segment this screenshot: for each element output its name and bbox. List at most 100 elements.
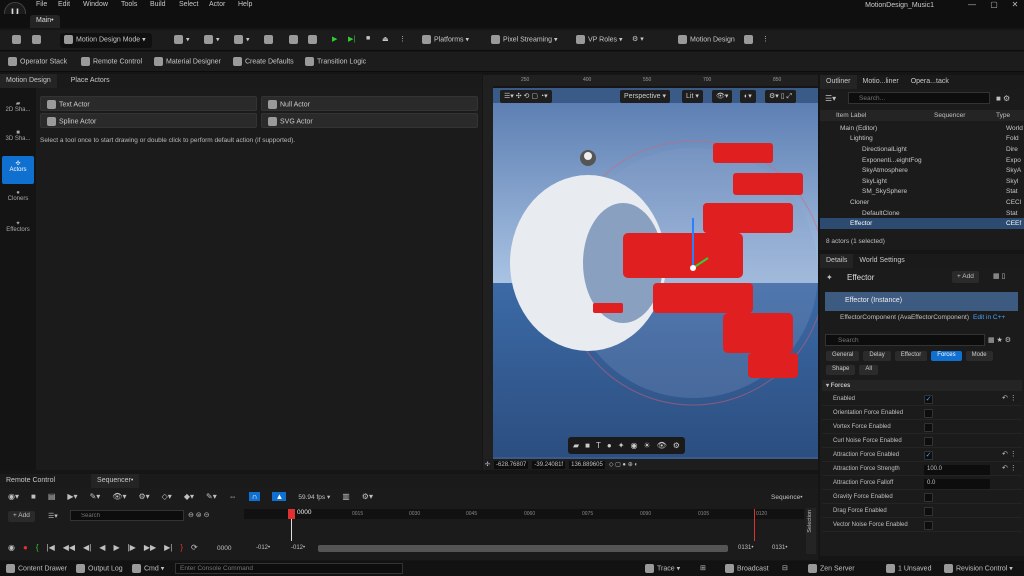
range-end[interactable]: 0131• [772,545,787,551]
play-seq-icon[interactable]: ▶ [113,543,119,552]
component-item[interactable]: EffectorComponent (AvaEffectorComponent)… [840,314,1005,321]
rail-cloners[interactable]: ● Cloners [2,186,34,214]
cat-general[interactable]: General [826,351,860,361]
menu-file[interactable]: File [36,1,47,8]
perspective-dropdown[interactable]: Perspective ▾ [620,90,671,103]
outliner-row-selected[interactable]: Effector CEEf [820,218,1024,229]
seq-options-icon[interactable]: ⊖ ⊜ ⊝ [188,511,210,519]
record-icon[interactable]: ● [23,543,28,552]
light-tool-icon[interactable]: ☀ [643,441,650,450]
pixel-streaming-button[interactable]: Pixel Streaming ▾ [487,33,562,48]
add-track-button[interactable]: + Add [8,511,35,522]
tab-remote-control[interactable]: Remote Control [0,474,61,488]
svg-actor-button[interactable]: SVG Actor [261,113,478,128]
menu-tools[interactable]: Tools [121,1,137,8]
step-icon[interactable]: ▶| [344,33,359,48]
next-key-icon[interactable]: ▶▶ [144,543,156,552]
blueprint-icon[interactable]: ▾ [200,33,224,48]
more-icon[interactable]: ⋮ [758,33,773,48]
playhead[interactable] [288,509,295,519]
prev-key-icon[interactable]: ◀◀ [63,543,75,552]
md-viewport-toolbar[interactable]: ▰ ■ T ● ✦ ◉ ☀ 👁 ⚙ [568,437,685,454]
tab-motion-outliner[interactable]: Motio...liner [857,75,905,89]
key-icon[interactable]: ✎▾ [90,492,101,501]
coord-x[interactable]: -628.76807 [494,460,529,469]
col-sequencer[interactable]: Sequencer [934,112,996,119]
mode-dropdown[interactable]: Motion Design Mode ▾ [60,33,152,48]
outliner-search-input[interactable] [848,92,990,104]
outliner-row[interactable]: DirectionalLight Dire [820,144,1024,155]
rail-actors[interactable]: ✣ Actors [2,156,34,184]
cat-forces[interactable]: Forces [931,351,962,361]
instance-item[interactable]: Effector (Instance) [825,292,1018,311]
drag-checkbox[interactable] [924,507,933,516]
snap-icon[interactable] [260,33,280,48]
cmd-dropdown[interactable]: Cmd ▾ [132,564,164,573]
attraction-checkbox[interactable]: ✓ [924,451,933,460]
enabled-checkbox[interactable]: ✓ [924,395,933,404]
camera-speed-icon[interactable]: ◐▾ [740,90,756,103]
reset-icon[interactable]: ↶ ⋮ [1002,464,1017,472]
outliner-row[interactable]: SkyLight Skyl [820,176,1024,187]
lit-dropdown[interactable]: Lit ▾ [682,90,703,103]
shape-icon[interactable]: ▰ [573,441,579,450]
timeline-ruler[interactable]: 0015 0030 0045 0060 0075 0090 0105 0120 [244,509,804,519]
cat-delay[interactable]: Delay [863,351,891,361]
tab-details[interactable]: Details [820,254,854,268]
seq-settings-icon[interactable]: ⚙▾ [362,492,373,501]
next-frame-icon[interactable]: |▶ [128,543,136,552]
vp-roles-button[interactable]: VP Roles ▾ [572,33,627,48]
undo-history-icon[interactable] [285,33,305,48]
spline-actor-button[interactable]: Spline Actor [40,113,257,128]
cube-icon[interactable]: ■ [585,441,590,450]
motion-design-button[interactable]: Motion Design [674,33,739,48]
effector-tool-icon[interactable]: ✦ [618,441,625,450]
col-type[interactable]: Type [996,112,1010,119]
keyframe-icon[interactable]: ◇▾ [162,492,172,501]
console-input[interactable] [175,563,403,574]
play-options-icon[interactable]: ⋮ [395,33,410,48]
reverse-icon[interactable]: ◀ [99,543,105,552]
minimize-button[interactable]: — [962,0,982,12]
menu-actor[interactable]: Actor [209,1,225,8]
tab-outliner[interactable]: Outliner [820,75,857,89]
loop-icon[interactable]: ⟳ [191,543,198,552]
cat-shape[interactable]: Shape [826,365,856,375]
seq-filter-icon[interactable]: ☰▾ [48,512,58,520]
main-level-tab[interactable]: Main• [30,15,60,28]
content-icon[interactable] [28,33,48,48]
orientation-checkbox[interactable] [924,409,933,418]
maximize-button[interactable]: ▢ [984,0,1004,12]
filter-icon[interactable]: ☰▾ [825,94,836,103]
jump-end-icon[interactable]: ▶| [164,543,172,552]
material-designer-button[interactable]: Material Designer [154,57,221,66]
tab-operator-stack[interactable]: Opera...tack [905,75,955,89]
redo-history-icon[interactable] [304,33,324,48]
menu-edit[interactable]: Edit [58,1,70,8]
mark-end-icon[interactable]: } [180,543,183,552]
outliner-row[interactable]: Main (Editor) World [820,123,1024,134]
cat-effector[interactable]: Effector [894,351,928,361]
add-folder-icon[interactable]: ■ ⚙ [996,94,1010,103]
tab-world-settings[interactable]: World Settings [853,254,910,268]
start-time[interactable]: 0000 [217,545,231,552]
auto-key-icon[interactable]: ◆▾ [184,492,194,501]
remote-control-button[interactable]: Remote Control [81,57,142,66]
fps-dropdown[interactable]: 59.94 fps ▾ [298,493,330,501]
browse-icon[interactable]: ▤ [48,492,56,501]
outliner-row[interactable]: DefaultClone Stat [820,208,1024,219]
view-icon[interactable]: 👁▾ [112,492,126,501]
zen-server-button[interactable]: Zen Server [808,564,855,573]
cat-all[interactable]: All [859,365,879,375]
selection-sidebar[interactable]: Selection [806,508,816,554]
blueprint-script-icon[interactable]: ▦ ▯ [993,272,1005,280]
snap-seq-icon[interactable]: ⇔ [229,492,237,501]
snap-tools-icon[interactable]: ◇ ▢ ● ⊕ ◐ [609,461,638,468]
create-defaults-button[interactable]: Create Defaults [233,57,294,66]
mark-start-icon[interactable]: { [36,543,39,552]
cat-mode[interactable]: Mode [965,351,993,361]
view-start[interactable]: -012• [291,545,305,551]
forces-section-header[interactable]: ▾ Forces [822,380,1022,391]
show-flags-icon[interactable]: 👁▾ [712,90,733,103]
viewport-options-icon[interactable]: ☰▾ ✣ ⟲ ▢ ◔▾ [500,90,552,103]
